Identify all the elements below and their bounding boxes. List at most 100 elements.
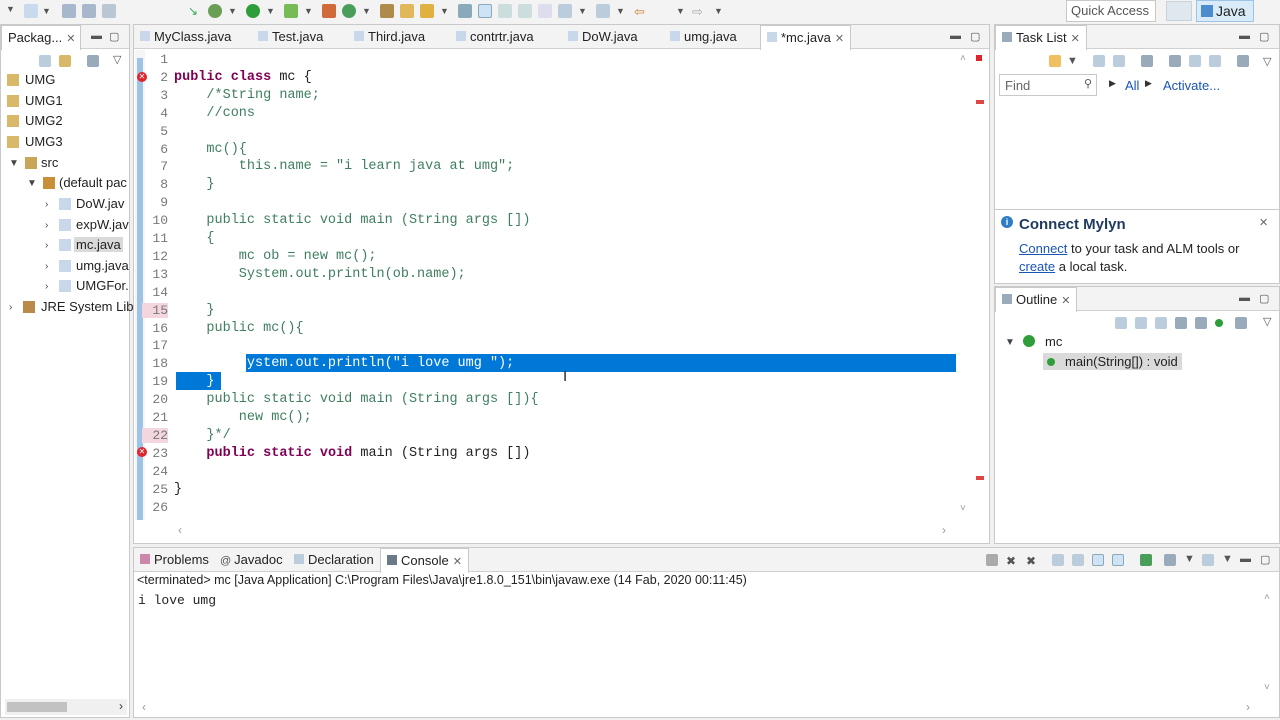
tree-item-umg3[interactable]: UMG3: [25, 134, 63, 149]
scroll-lock-icon[interactable]: [1072, 554, 1084, 566]
chevron-down-icon[interactable]: ▼: [9, 158, 19, 169]
scroll-right-icon[interactable]: ›: [942, 523, 946, 537]
close-icon[interactable]: ✕: [1061, 295, 1070, 307]
tree-item-jre[interactable]: JRE System Lib: [41, 299, 133, 314]
code-area[interactable]: 1 2 public class mc {3 /*String name; 4 //c…: [142, 50, 966, 520]
open-type-icon[interactable]: [380, 4, 394, 18]
save-icon[interactable]: [62, 4, 76, 18]
chevron-down-icon[interactable]: ▼: [1005, 337, 1015, 348]
terminate-icon[interactable]: [986, 554, 998, 566]
code-line[interactable]: /*String name;: [174, 88, 319, 103]
tab-test[interactable]: Test.java: [252, 25, 329, 49]
back-icon[interactable]: ⇦: [634, 4, 648, 19]
open-folder-icon[interactable]: [400, 4, 414, 18]
create-link[interactable]: create: [1019, 259, 1055, 274]
back-dropdown-icon[interactable]: ▼: [676, 6, 685, 16]
coverage-dropdown-icon[interactable]: ▼: [304, 6, 313, 16]
tree-item-dow[interactable]: DoW.jav: [76, 196, 124, 211]
scrollbar-thumb[interactable]: [7, 702, 67, 712]
word-wrap-icon[interactable]: [1092, 554, 1104, 566]
chevron-right-icon[interactable]: ›: [45, 281, 48, 292]
scroll-down-icon[interactable]: ˅: [1264, 682, 1270, 693]
debug-dropdown-icon[interactable]: ▼: [228, 6, 237, 16]
view-menu-icon[interactable]: ▽: [1263, 55, 1271, 68]
tree-item-src[interactable]: src: [41, 155, 58, 170]
code-line[interactable]: }*/: [174, 428, 230, 443]
scroll-right-icon[interactable]: ›: [119, 699, 123, 713]
remove-launch-icon[interactable]: ✖: [1006, 554, 1018, 568]
hide-static-icon[interactable]: [1195, 317, 1207, 329]
outline-class[interactable]: mc: [1045, 334, 1062, 349]
filter-icon[interactable]: [87, 55, 99, 67]
show-whitespace-icon[interactable]: [498, 4, 512, 18]
minimize-icon[interactable]: ▬: [950, 30, 961, 42]
close-icon[interactable]: ✕: [453, 556, 462, 568]
pin-console-icon[interactable]: [1140, 554, 1152, 566]
connect-link[interactable]: Connect: [1019, 241, 1067, 256]
search-icon[interactable]: [420, 4, 434, 18]
prev-annotation-icon[interactable]: [596, 4, 610, 18]
minimize-icon[interactable]: ▬: [1240, 553, 1251, 565]
minimize-icon[interactable]: ▬: [1239, 30, 1250, 42]
display-console-dropdown-icon[interactable]: ▼: [1184, 553, 1195, 565]
console-output[interactable]: i love umg: [138, 593, 216, 608]
code-line[interactable]: mc(){: [174, 142, 247, 157]
collapse-all-icon[interactable]: [1135, 317, 1147, 329]
activate-link[interactable]: Activate...: [1163, 78, 1220, 93]
hide-nonpublic-icon[interactable]: [1215, 319, 1223, 327]
new-task-icon[interactable]: [1049, 55, 1061, 67]
new-task-dropdown-icon[interactable]: ▼: [1067, 55, 1078, 67]
maximize-icon[interactable]: ▢: [1260, 553, 1270, 566]
tab-declaration[interactable]: Declaration: [288, 548, 380, 572]
search-dropdown-icon[interactable]: ▼: [440, 6, 449, 16]
minimize-icon[interactable]: ▬: [91, 30, 102, 42]
chevron-right-icon[interactable]: ›: [9, 302, 12, 313]
chevron-right-icon[interactable]: ›: [45, 220, 48, 231]
scroll-down-icon[interactable]: ˅: [960, 503, 966, 514]
save-all-icon[interactable]: [82, 4, 96, 18]
close-icon[interactable]: ✕: [835, 33, 844, 45]
debug-icon[interactable]: [208, 4, 222, 18]
open-console-dropdown-icon[interactable]: ▼: [1222, 553, 1233, 565]
link-editor-icon[interactable]: [59, 55, 71, 67]
chevron-right-icon[interactable]: ›: [45, 199, 48, 210]
code-line[interactable]: }: [174, 482, 182, 497]
tab-javadoc[interactable]: @ Javadoc: [214, 548, 289, 572]
categorized-icon[interactable]: [1093, 55, 1105, 67]
quick-access-field[interactable]: Quick Access: [1066, 0, 1156, 22]
prev-annotation-dropdown-icon[interactable]: ▼: [616, 6, 625, 16]
code-line[interactable]: System.out.println(ob.name);: [174, 267, 466, 282]
next-annotation-dropdown-icon[interactable]: ▼: [578, 6, 587, 16]
collapse-all-icon[interactable]: [39, 55, 51, 67]
java-perspective-button[interactable]: Java: [1196, 0, 1254, 22]
code-line[interactable]: public class mc {: [174, 70, 312, 85]
run-icon[interactable]: [246, 4, 260, 18]
tab-umg[interactable]: umg.java: [664, 25, 743, 49]
hide-local-types-icon[interactable]: [1235, 317, 1247, 329]
error-marker[interactable]: [976, 476, 984, 480]
code-line[interactable]: public mc(){: [174, 321, 303, 336]
maximize-icon[interactable]: ▢: [1259, 30, 1269, 43]
run-dropdown-icon[interactable]: ▼: [266, 6, 275, 16]
scroll-left-icon[interactable]: ‹: [178, 523, 182, 537]
chevron-down-icon[interactable]: ▼: [27, 178, 37, 189]
focus-icon[interactable]: [1115, 317, 1127, 329]
tab-task-list[interactable]: Task List ✕: [995, 25, 1087, 50]
tab-dow[interactable]: DoW.java: [562, 25, 644, 49]
print-icon[interactable]: [102, 4, 116, 18]
chevron-right-icon[interactable]: ›: [45, 240, 48, 251]
code-line[interactable]: public static void main (String args [])…: [174, 392, 538, 407]
tree-item-mc[interactable]: mc.java: [74, 237, 123, 252]
tab-outline[interactable]: Outline ✕: [995, 287, 1078, 312]
code-line[interactable]: }: [174, 303, 214, 318]
code-line[interactable]: System.out.println("i love umg ");: [174, 356, 514, 371]
scroll-left-icon[interactable]: ‹: [142, 700, 146, 714]
expand-icon[interactable]: [1237, 55, 1249, 67]
horizontal-scrollbar[interactable]: ›: [5, 699, 127, 715]
view-menu-icon[interactable]: ▽: [1263, 315, 1271, 328]
scheduled-icon[interactable]: [1113, 55, 1125, 67]
task-find-field[interactable]: Find ⚲: [999, 74, 1097, 96]
show-stdout-icon[interactable]: [1112, 554, 1124, 566]
new-icon[interactable]: [24, 4, 38, 18]
collapse-icon[interactable]: [1209, 55, 1221, 67]
